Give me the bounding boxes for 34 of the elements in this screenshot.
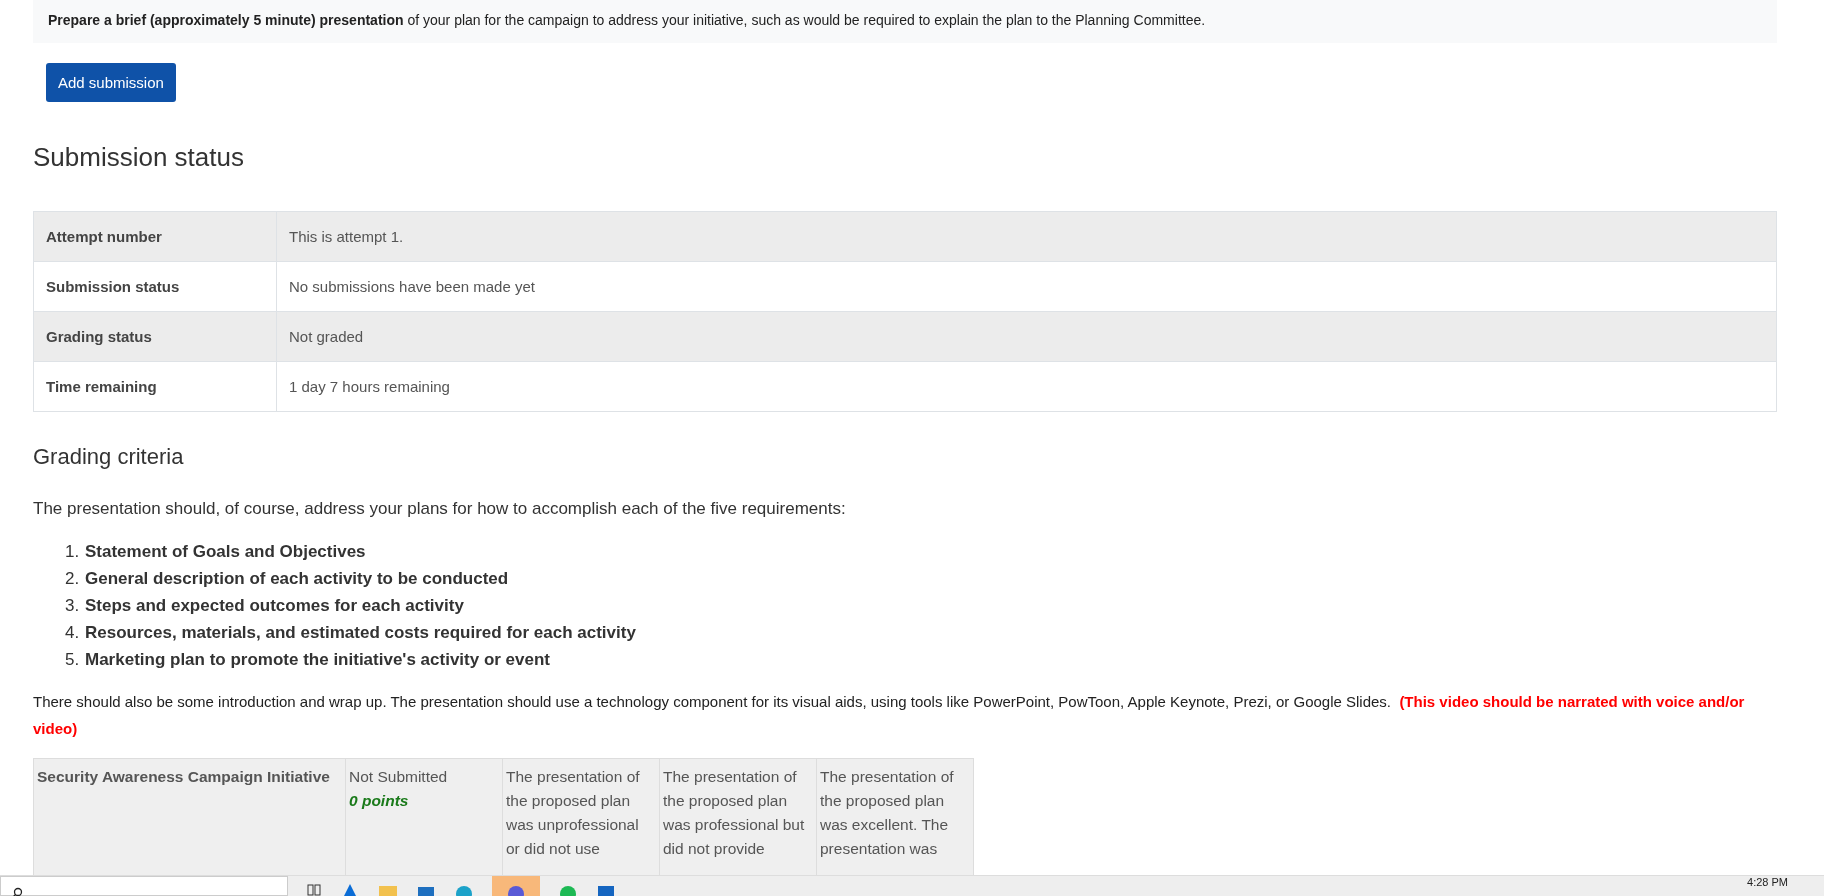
instructions-text: Prepare a brief (approximately 5 minute) presentation of your plan for the campaign to address your initiative, such as would be required to explain the plan to the Planning Committee. — [48, 12, 1206, 28]
requirement-text: Marketing plan to promote the initiative's activity or event — [85, 650, 551, 669]
level-description: The presentation of the proposed plan was excellent. The presentation was — [820, 767, 955, 859]
row-value: No submissions have been made yet — [276, 261, 1777, 312]
requirement-text: Statement of Goals and Objectives — [85, 542, 366, 561]
section-heading: Grading criteria — [33, 444, 185, 470]
active-app-button[interactable] — [492, 876, 540, 896]
add-submission-button[interactable]: Add submission — [46, 63, 176, 102]
note-paragraph: There should also be some introduction and wrap up. The presentation should use a technology component for its visual aids, using tools like PowerPoint, PowToon, Apple Keynote, Prezi, or Google Slides. (This video should be narrated with voice and/or video) — [33, 692, 1746, 739]
requirement-text: Resources, materials, and estimated costs required for each activity — [85, 623, 636, 642]
intro-paragraph: The presentation should, of course, address your plans for how to accomplish each of the five requirements: — [33, 499, 847, 519]
clock-time: 4:28 PM — [1747, 876, 1788, 888]
requirement-text: General description of each activity to be conducted — [85, 569, 509, 588]
requirement-text: Steps and expected outcomes for each activity — [85, 596, 464, 615]
row-value: 1 day 7 hours remaining — [276, 361, 1777, 412]
row-value: Not graded — [276, 311, 1777, 362]
taskbar-search-field[interactable] — [0, 876, 288, 896]
list-number: 1. — [65, 541, 81, 563]
list-number: 5. — [65, 649, 81, 671]
level-status: Not Submitted — [349, 767, 449, 787]
level-description: The presentation of the proposed plan was unprofessional or did not use — [506, 767, 641, 859]
section-heading: Submission status — [33, 142, 245, 173]
task-view-icon[interactable] — [306, 882, 322, 896]
search-icon — [11, 887, 23, 896]
list-number: 4. — [65, 622, 81, 644]
row-label: Submission status — [33, 261, 277, 312]
list-number: 3. — [65, 595, 81, 617]
points-label: 0 points — [349, 791, 410, 811]
row-label: Time remaining — [33, 361, 277, 412]
row-label: Attempt number — [33, 211, 277, 262]
row-label: Grading status — [33, 311, 277, 362]
list-number: 2. — [65, 568, 81, 590]
level-description: The presentation of the proposed plan was professional but did not provide — [663, 767, 806, 859]
row-value: This is attempt 1. — [276, 211, 1777, 262]
